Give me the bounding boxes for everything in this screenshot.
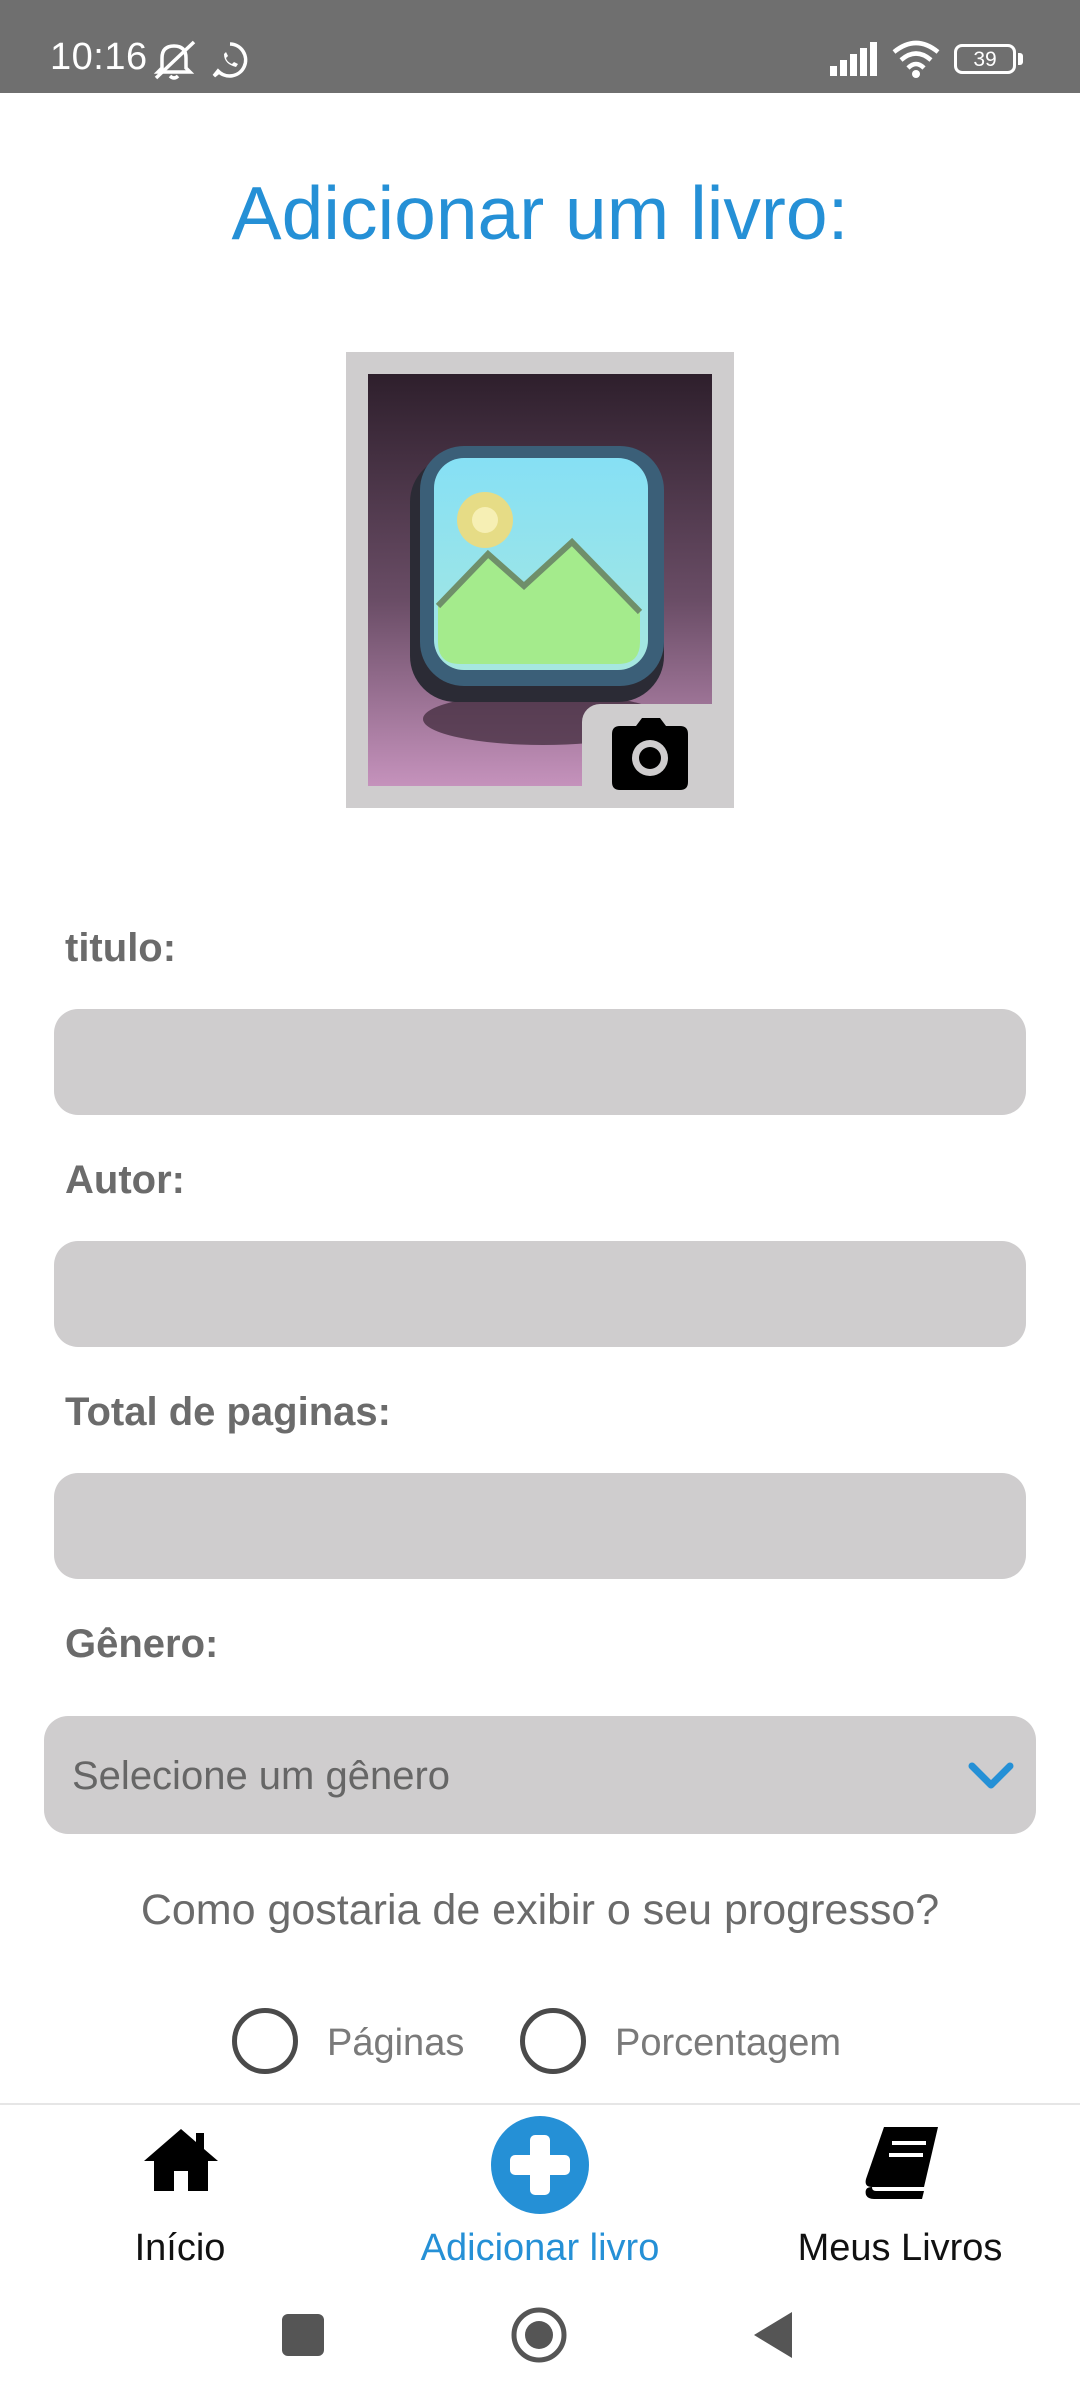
- back-button[interactable]: [752, 2310, 794, 2360]
- bottom-navigation: Início Adicionar livro Meus Livros: [0, 2103, 1080, 2289]
- title-input[interactable]: [54, 1009, 1026, 1115]
- chevron-down-icon: [968, 1762, 1014, 1789]
- progress-question: Como gostaria de exibir o seu progresso?: [140, 1886, 940, 1934]
- author-label: Autor:: [65, 1158, 185, 1202]
- home-button[interactable]: [510, 2306, 568, 2364]
- author-input[interactable]: [54, 1241, 1026, 1347]
- battery-icon: 39: [954, 44, 1016, 74]
- nav-label-add-book: Adicionar livro: [420, 2227, 660, 2269]
- camera-button[interactable]: [582, 704, 714, 808]
- status-bar: 10:16 39: [0, 0, 1080, 93]
- nav-item-home[interactable]: Início: [90, 2105, 270, 2291]
- radio-percentage[interactable]: [520, 2008, 586, 2074]
- battery-level: 39: [973, 48, 997, 71]
- total-pages-input[interactable]: [54, 1473, 1026, 1579]
- nav-label-home: Início: [134, 2227, 226, 2269]
- radio-pages[interactable]: [232, 2008, 298, 2074]
- wifi-icon: [892, 40, 940, 78]
- total-pages-label: Total de paginas:: [65, 1390, 391, 1434]
- radio-percentage-label[interactable]: Porcentagem: [615, 2022, 841, 2065]
- whatsapp-icon: [212, 42, 248, 78]
- genre-select-value: Selecione um gênero: [72, 1754, 451, 1798]
- system-navigation-bar: [0, 2290, 1080, 2400]
- radio-pages-label[interactable]: Páginas: [327, 2022, 464, 2065]
- home-icon: [144, 2129, 218, 2191]
- nav-item-add-book[interactable]: Adicionar livro: [400, 2105, 680, 2291]
- nav-label-my-books: Meus Livros: [797, 2227, 1003, 2269]
- camera-icon: [612, 718, 688, 790]
- plus-circle-icon: [491, 2116, 589, 2214]
- battery-tip: [1018, 53, 1023, 65]
- signal-icon: [830, 42, 877, 76]
- book-icon: [865, 2127, 938, 2199]
- page-title: Adicionar um livro:: [231, 171, 849, 255]
- mute-icon: [153, 40, 196, 80]
- recent-apps-button[interactable]: [282, 2314, 324, 2356]
- nav-item-my-books[interactable]: Meus Livros: [780, 2105, 1020, 2291]
- status-time: 10:16: [50, 36, 148, 78]
- title-label: titulo:: [65, 926, 177, 970]
- genre-label: Gênero:: [65, 1622, 219, 1666]
- genre-select[interactable]: Selecione um gênero: [44, 1716, 1036, 1834]
